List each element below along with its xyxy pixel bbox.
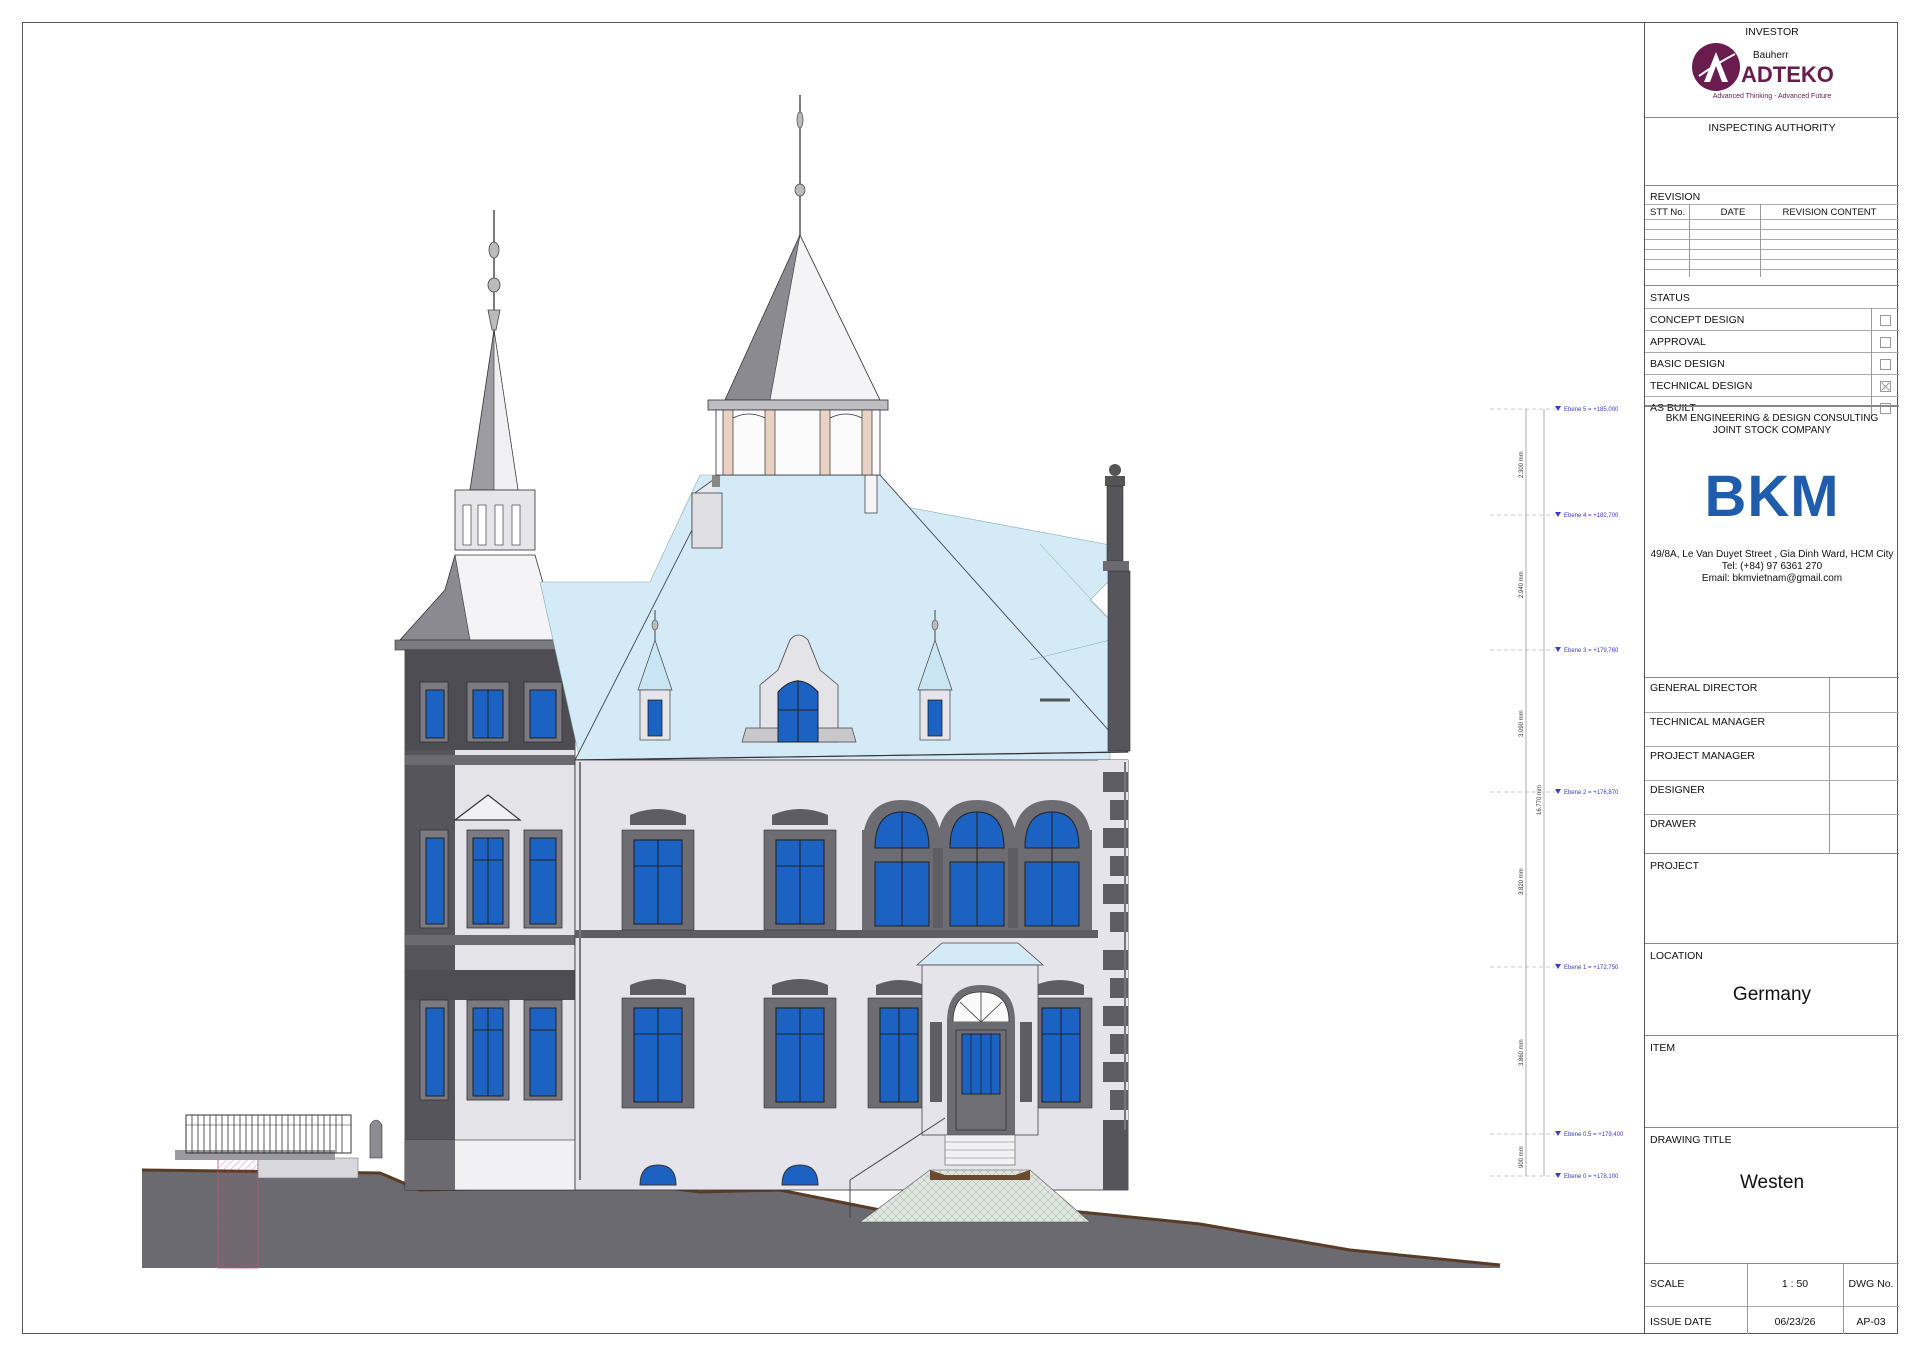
status-item-label: CONCEPT DESIGN <box>1650 314 1745 326</box>
revision-header-no: STT No. <box>1650 207 1686 218</box>
dimension-label: 2.300 mm <box>1519 451 1525 478</box>
drawing-title-label: DRAWING TITLE <box>1650 1134 1732 1146</box>
location-label: LOCATION <box>1650 950 1703 962</box>
arched-triple-window <box>862 800 1092 930</box>
total-dimension-label: 16.770 mm <box>1537 785 1543 815</box>
investor-sub: Bauherr <box>1753 50 1789 61</box>
status-section: STATUS CONCEPT DESIGN APPROVAL BASIC DES… <box>1645 286 1899 418</box>
dwg-label: DWG No. <box>1848 1278 1894 1290</box>
left-turret <box>394 210 586 1191</box>
scale-label: SCALE <box>1650 1278 1685 1290</box>
drawing-title-section: DRAWING TITLE Westen <box>1645 1128 1899 1264</box>
drawing-title-value: Westen <box>1739 1172 1805 1193</box>
company-address: 49/8A, Le Van Duyet Street , Gia Dinh Wa… <box>1650 549 1894 560</box>
bkm-logo: BKM <box>1704 464 1840 529</box>
level-markers: Ebene 5 = +185,000 Ebene 4 = +182,700 Eb… <box>1490 406 1624 1180</box>
adteko-logo-icon <box>1692 43 1740 91</box>
inspecting-label: INSPECTING AUTHORITY <box>1708 122 1836 134</box>
company-email: Email: bkmvietnam@gmail.com <box>1701 573 1843 584</box>
scale-value: 1 : 50 <box>1781 1278 1809 1290</box>
location-value: Germany <box>1732 984 1812 1005</box>
dimension-label: 900 mm <box>1519 1146 1525 1168</box>
company-tel: Tel: (+84) 97 6361 270 <box>1721 561 1823 572</box>
belvedere-tower <box>707 95 889 476</box>
title-block: INVESTOR Bauherr ADTEKO Advanced Thinkin… <box>1644 22 1899 1334</box>
revision-header-content: REVISION CONTENT <box>1782 207 1877 218</box>
level-label: Ebene 4 = +182,700 <box>1564 513 1619 519</box>
status-checkbox-checked[interactable] <box>1880 381 1891 392</box>
location-section: LOCATION Germany <box>1645 944 1899 1036</box>
company-name-line2: JOINT STOCK COMPANY <box>1712 425 1832 436</box>
revision-header-date: DATE <box>1720 207 1746 218</box>
investor-section: INVESTOR Bauherr ADTEKO Advanced Thinkin… <box>1645 22 1899 118</box>
project-section: PROJECT <box>1645 854 1899 944</box>
dimension-label: 3.820 mm <box>1519 868 1525 895</box>
investor-label: INVESTOR <box>1745 26 1799 38</box>
company-name-line1: BKM ENGINEERING & DESIGN CONSULTING <box>1665 413 1879 424</box>
role-label: GENERAL DIRECTOR <box>1650 682 1758 694</box>
issue-value: 06/23/26 <box>1774 1316 1816 1328</box>
status-item-label: TECHNICAL DESIGN <box>1650 380 1753 392</box>
investor-slogan: Advanced Thinking - Advanced Future <box>1712 93 1832 100</box>
inspecting-section: INSPECTING AUTHORITY <box>1645 118 1899 186</box>
level-label: Ebene 1 = +172,750 <box>1564 965 1619 971</box>
revision-label: REVISION <box>1650 191 1701 203</box>
level-label: Ebene 0 = +178,100 <box>1564 1174 1619 1180</box>
role-label: PROJECT MANAGER <box>1650 750 1755 762</box>
dwg-value: AP-03 <box>1856 1316 1886 1328</box>
lower-window <box>1029 980 1093 1109</box>
level-label: Ebene 3 = +179,760 <box>1564 648 1619 654</box>
level-label: Ebene 0.5 = +179,400 <box>1564 1132 1624 1138</box>
west-elevation-drawing: Ebene 5 = +185,000 Ebene 4 = +182,700 Eb… <box>141 95 1624 1269</box>
turret-window <box>466 681 510 743</box>
lower-window <box>621 979 695 1109</box>
company-section: BKM ENGINEERING & DESIGN CONSULTING JOIN… <box>1645 406 1899 678</box>
status-checkbox[interactable] <box>1880 337 1891 348</box>
role-label: TECHNICAL MANAGER <box>1650 716 1766 728</box>
project-label: PROJECT <box>1650 860 1700 872</box>
role-label: DRAWER <box>1650 818 1697 830</box>
revision-section: REVISION STT No. DATE REVISION CONTENT <box>1645 186 1899 286</box>
lower-window <box>867 980 931 1109</box>
scale-section: SCALE 1 : 50 DWG No. ISSUE DATE 06/23/26… <box>1645 1264 1899 1334</box>
dimension-label: 2.940 mm <box>1519 571 1525 598</box>
item-section: ITEM <box>1645 1036 1899 1128</box>
item-label: ITEM <box>1650 1042 1676 1054</box>
dimension-label: 3.860 mm <box>1519 1039 1525 1066</box>
dimension-label: 3.090 mm <box>1519 710 1525 737</box>
status-checkbox[interactable] <box>1880 359 1891 370</box>
investor-logo-text: ADTEKO <box>1741 62 1834 87</box>
role-label: DESIGNER <box>1650 784 1705 796</box>
issue-label: ISSUE DATE <box>1650 1316 1712 1328</box>
level-label: Ebene 2 = +176,870 <box>1564 790 1619 796</box>
status-item-label: BASIC DESIGN <box>1650 358 1725 370</box>
lower-window <box>763 979 837 1109</box>
status-item-label: APPROVAL <box>1650 336 1706 348</box>
roles-section: GENERAL DIRECTOR TECHNICAL MANAGER PROJE… <box>1645 678 1899 854</box>
status-label: STATUS <box>1650 292 1690 304</box>
level-label: Ebene 5 = +185,000 <box>1564 407 1619 413</box>
status-checkbox[interactable] <box>1880 315 1891 326</box>
